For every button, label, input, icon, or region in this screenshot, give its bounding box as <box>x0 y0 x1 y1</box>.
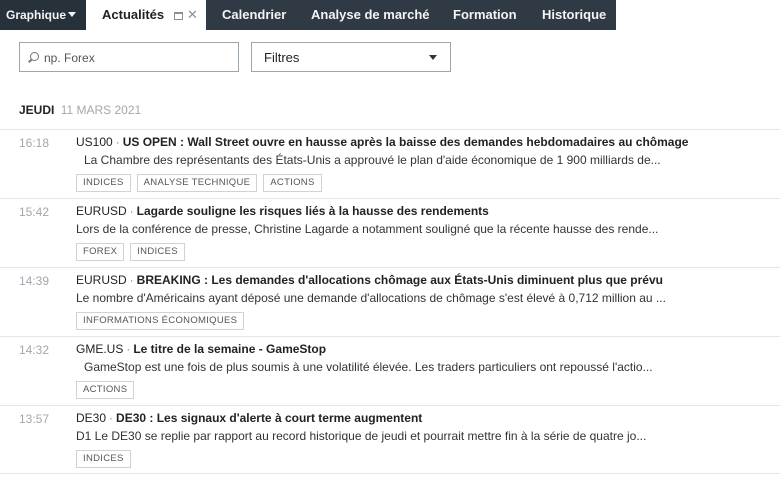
news-title: Le titre de la semaine - GameStop <box>133 342 327 356</box>
news-item[interactable]: 14:39 EURUSD · BREAKING : Les demandes d'a… <box>0 267 780 336</box>
date-header-date: 11 MARS 2021 <box>60 103 142 117</box>
graph-dropdown-button[interactable]: Graphique <box>0 0 86 30</box>
detach-window-icon[interactable] <box>174 12 183 20</box>
chevron-down-icon <box>429 55 437 60</box>
filters-label: Filtres <box>264 50 300 65</box>
news-symbol: US100 <box>76 135 113 149</box>
news-time: 15:42 <box>19 205 50 219</box>
news-tags: INFORMATIONS ÉCONOMIQUES <box>76 312 245 330</box>
news-headline[interactable]: US100 · US OPEN : Wall Street ouvre en hau… <box>76 135 766 149</box>
tab-history[interactable]: Historique <box>542 0 606 30</box>
news-tags: ACTIONS <box>76 381 135 399</box>
news-headline[interactable]: DE30 · DE30 : Les signaux d'alerte à court… <box>76 411 766 425</box>
news-tag[interactable]: INDICES <box>76 450 131 468</box>
news-symbol: GME.US <box>76 342 124 356</box>
news-symbol: EURUSD <box>76 273 127 287</box>
news-time: 13:57 <box>19 412 50 426</box>
graph-dropdown-label: Graphique <box>6 8 67 22</box>
close-icon[interactable]: ✕ <box>187 7 198 22</box>
news-symbol: DE30 <box>76 411 107 425</box>
search-icon <box>30 52 39 61</box>
news-symbol: EURUSD <box>76 204 127 218</box>
tab-calendar[interactable]: Calendrier <box>222 0 286 30</box>
tab-news[interactable]: Actualités ✕ <box>86 0 206 30</box>
news-summary: GameStop est une fois de plus soumis à u… <box>84 360 653 374</box>
filters-dropdown[interactable]: Filtres <box>251 42 451 72</box>
news-title: Lagarde souligne les risques liés à la h… <box>136 204 489 218</box>
news-summary: D1 Le DE30 se replie par rapport au reco… <box>76 429 647 443</box>
tab-news-label: Actualités <box>102 7 165 22</box>
news-item[interactable]: 14:32 GME.US · Le titre de la semaine - Ga… <box>0 336 780 405</box>
news-headline[interactable]: EURUSD · BREAKING : Les demandes d'allocat… <box>76 273 766 287</box>
news-headline[interactable]: GME.US · Le titre de la semaine - GameStop <box>76 342 766 356</box>
news-item[interactable]: 13:57 DE30 · DE30 : Les signaux d'alerte à… <box>0 405 780 474</box>
tab-market-analysis[interactable]: Analyse de marché <box>311 0 430 30</box>
headline-separator: · <box>129 204 134 218</box>
news-tag[interactable]: INDICES <box>76 174 131 192</box>
news-item[interactable]: 15:42 EURUSD · Lagarde souligne les risque… <box>0 198 780 267</box>
news-title: BREAKING : Les demandes d'allocations ch… <box>136 273 663 287</box>
news-tag[interactable]: FOREX <box>76 243 125 261</box>
top-navigation-bar: Graphique Actualités ✕ Calendrier Analys… <box>0 0 780 30</box>
news-title: DE30 : Les signaux d'alerte à court term… <box>116 411 423 425</box>
headline-separator: · <box>109 411 114 425</box>
news-tag[interactable]: INFORMATIONS ÉCONOMIQUES <box>76 312 245 330</box>
news-tags: INDICES ANALYSE TECHNIQUE ACTIONS <box>76 174 322 192</box>
news-item[interactable]: 16:18 US100 · US OPEN : Wall Street ouvre … <box>0 129 780 198</box>
news-tag[interactable]: ACTIONS <box>263 174 322 192</box>
news-tags: INDICES <box>76 450 131 468</box>
search-input[interactable] <box>44 49 234 67</box>
news-summary: Le nombre d'Américains ayant déposé une … <box>76 291 666 305</box>
date-header: JEUDI 11 MARS 2021 <box>19 103 141 117</box>
news-summary: Lors de la conférence de presse, Christi… <box>76 222 659 236</box>
tab-education[interactable]: Formation <box>453 0 517 30</box>
headline-separator: · <box>126 342 131 356</box>
news-tag[interactable]: ANALYSE TECHNIQUE <box>136 174 258 192</box>
date-header-day: JEUDI <box>19 103 55 117</box>
news-list: 16:18 US100 · US OPEN : Wall Street ouvre … <box>0 129 780 474</box>
news-time: 14:39 <box>19 274 50 288</box>
news-tag[interactable]: INDICES <box>130 243 185 261</box>
news-headline[interactable]: EURUSD · Lagarde souligne les risques liés… <box>76 204 766 218</box>
news-time: 14:32 <box>19 343 50 357</box>
news-title: US OPEN : Wall Street ouvre en hausse ap… <box>122 135 689 149</box>
news-tag[interactable]: ACTIONS <box>76 381 135 399</box>
headline-separator: · <box>115 135 120 149</box>
news-summary: La Chambre des représentants des États-U… <box>84 153 661 167</box>
news-time: 16:18 <box>19 136 50 150</box>
headline-separator: · <box>129 273 134 287</box>
search-box[interactable] <box>19 42 239 72</box>
caret-down-icon <box>68 12 77 17</box>
news-tags: FOREX INDICES <box>76 243 185 261</box>
